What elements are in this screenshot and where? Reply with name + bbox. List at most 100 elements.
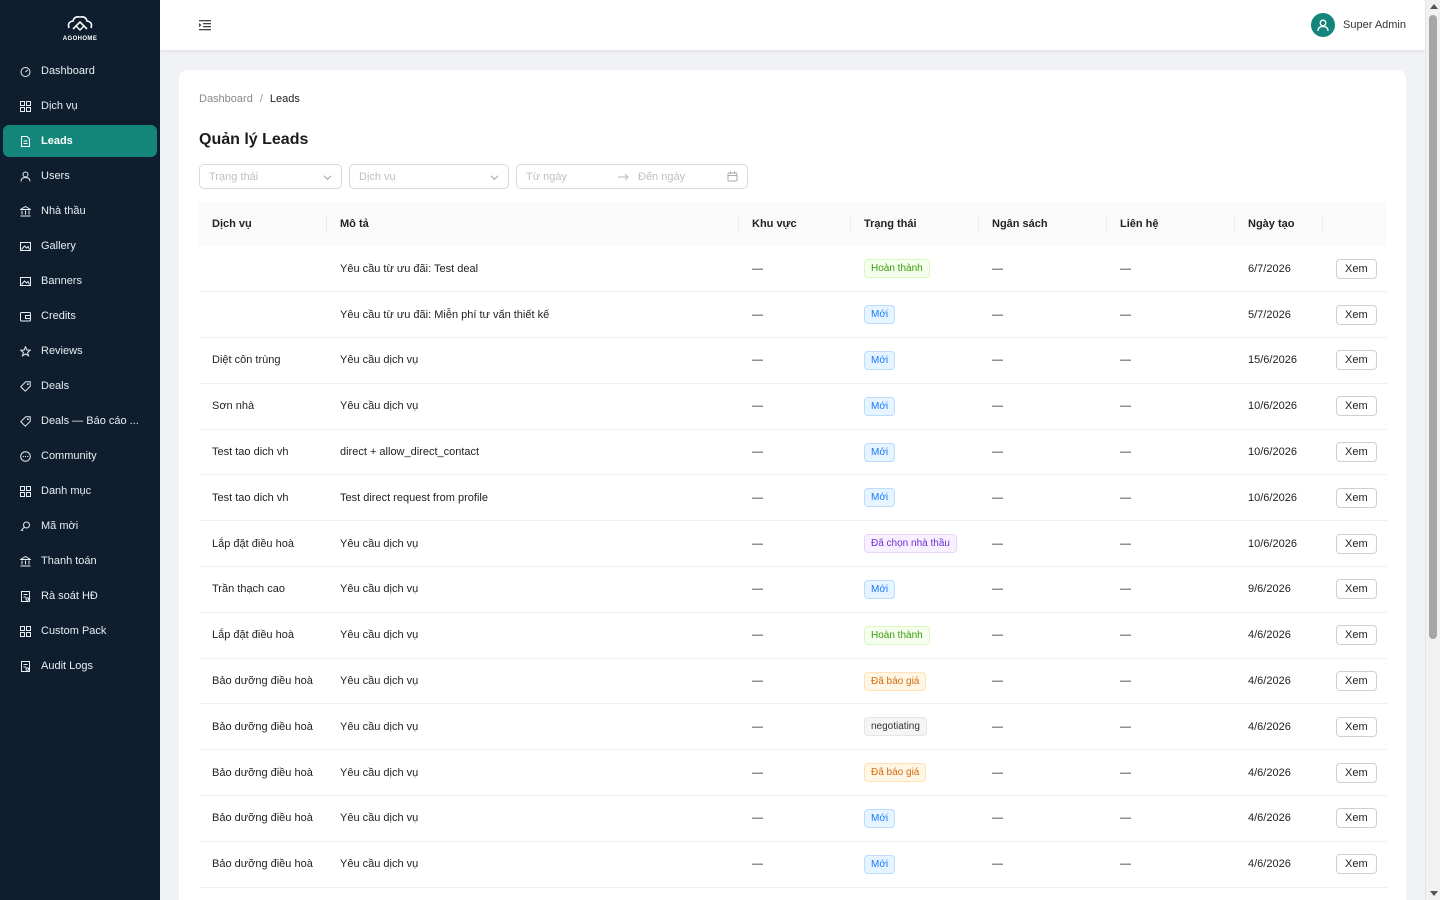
cell-budget: — [992, 400, 1003, 413]
cell-created-date: 10/6/2026 [1248, 400, 1297, 413]
view-button[interactable]: Xem [1336, 442, 1377, 463]
view-button[interactable]: Xem [1336, 808, 1377, 829]
table-row: Bảo dưỡng điều hoà Yêu cầu dịch vụ — Mới — — 4… [199, 841, 1387, 888]
brand-logo[interactable]: AGOHOME [0, 0, 160, 52]
sidebar-item-custom-pack[interactable]: Custom Pack [3, 615, 157, 647]
sidebar-item-label: Users [41, 170, 70, 182]
view-button[interactable]: Xem [1336, 579, 1377, 600]
cell-action: Xem [1323, 521, 1387, 567]
view-button[interactable]: Xem [1336, 258, 1377, 279]
cell-budget: — [992, 446, 1003, 459]
sidebar-item-d-ch-v[interactable]: Dịch vụ [3, 90, 157, 122]
scroll-down-arrow-icon[interactable] [1430, 891, 1438, 896]
breadcrumb-dashboard[interactable]: Dashboard [199, 93, 253, 105]
column-header: Ngày tạo [1235, 202, 1323, 246]
sidebar-item-credits[interactable]: Credits [3, 300, 157, 332]
user-menu[interactable]: Super Admin [1311, 13, 1406, 37]
cell-budget: — [992, 675, 1003, 688]
cell-area: — [752, 766, 763, 779]
sidebar-item-nh-th-u[interactable]: Nhà thầu [3, 195, 157, 227]
view-button[interactable]: Xem [1336, 625, 1377, 646]
sidebar-item-label: Leads [41, 135, 73, 147]
column-header-label: Ngân sách [992, 218, 1048, 230]
cell-budget: — [992, 262, 1003, 275]
column-header-label: Khu vực [752, 218, 797, 230]
view-button[interactable]: Xem [1336, 762, 1377, 783]
tag-icon [20, 415, 31, 427]
menu-fold-icon[interactable] [198, 18, 212, 32]
cell-status: Mới [851, 475, 979, 521]
cell-status: Hoàn thành [851, 612, 979, 658]
sidebar-item-community[interactable]: Community [3, 440, 157, 472]
cell-action: Xem [1323, 612, 1387, 658]
sidebar-item-r-so-t-h[interactable]: Rà soát HĐ [3, 580, 157, 612]
cell-budget: — [992, 858, 1003, 871]
bank-icon [20, 555, 31, 567]
cell-description: Yêu cầu dịch vụ [340, 583, 419, 596]
view-button[interactable]: Xem [1336, 533, 1377, 554]
to-date-input[interactable]: Đến ngày [638, 171, 685, 183]
sidebar-item-dashboard[interactable]: Dashboard [3, 55, 157, 87]
cell-area: — [752, 354, 763, 367]
cell-area: — [752, 262, 763, 275]
table-row: Bảo dưỡng điều hoà Yêu cầu dịch vụ — Đã báo… [199, 750, 1387, 796]
sidebar-item-label: Credits [41, 310, 76, 322]
scroll-up-arrow-icon[interactable] [1430, 4, 1438, 9]
status-badge: Đã báo giá [864, 763, 927, 783]
status-badge: Hoàn thành [864, 259, 930, 279]
page-scrollbar[interactable] [1425, 0, 1440, 900]
sidebar-item-leads[interactable]: Leads [3, 125, 157, 157]
sidebar-item-label: Dịch vụ [41, 100, 78, 112]
tag-icon [20, 380, 31, 392]
cell-area: — [752, 675, 763, 688]
view-button[interactable]: Xem [1336, 304, 1377, 325]
cell-contact: — [1120, 446, 1131, 459]
from-date-input[interactable]: Từ ngày [526, 171, 618, 183]
sidebar-item-label: Deals — Báo cáo ... [41, 415, 139, 427]
sidebar-item-deals-b-o-c-o[interactable]: Deals — Báo cáo ... [3, 405, 157, 437]
sidebar-item-m-m-i[interactable]: Mã mời [3, 510, 157, 542]
scrollbar-thumb[interactable] [1429, 15, 1437, 639]
status-badge: Mới [864, 854, 896, 874]
cell-status: negotiating [851, 704, 979, 750]
sidebar-item-gallery[interactable]: Gallery [3, 230, 157, 262]
sidebar-item-deals[interactable]: Deals [3, 370, 157, 402]
column-header-label: Dịch vụ [212, 218, 252, 230]
status-filter-select[interactable]: Trạng thái [199, 164, 342, 189]
table-row: Test tao dich vh Test direct request from… [199, 475, 1387, 521]
view-button[interactable]: Xem [1336, 854, 1377, 875]
cell-status: Mới [851, 292, 979, 338]
service-filter-select[interactable]: Dịch vụ [349, 164, 509, 189]
sidebar-item-banners[interactable]: Banners [3, 265, 157, 297]
view-button[interactable]: Xem [1336, 487, 1377, 508]
sidebar-item-audit-logs[interactable]: Audit Logs [3, 650, 157, 682]
cell-created-date: 6/7/2026 [1248, 262, 1291, 275]
cell-status: Hoàn thành [851, 246, 979, 292]
column-header: Liên hệ [1107, 202, 1235, 246]
sidebar-item-danh-m-c[interactable]: Danh mục [3, 475, 157, 507]
sidebar-item-reviews[interactable]: Reviews [3, 335, 157, 367]
cell-description: Yêu cầu dịch vụ [340, 537, 419, 550]
table-row: Yêu cầu từ ưu đãi: Test deal — Hoàn thành —… [199, 246, 1387, 292]
user-name: Super Admin [1343, 19, 1406, 31]
view-button[interactable]: Xem [1336, 350, 1377, 371]
view-button[interactable]: Xem [1336, 671, 1377, 692]
dashboard-icon [20, 66, 31, 77]
date-range-picker[interactable]: Từ ngày Đến ngày [516, 164, 748, 189]
wallet-icon [20, 311, 31, 322]
cell-budget: — [992, 354, 1003, 367]
table-row: Bảo dưỡng điều hoà Yêu cầu dịch vụ — Đã báo… [199, 658, 1387, 704]
cell-description: Yêu cầu từ ưu đãi: Miễn phí tư vấn thiết… [340, 308, 550, 321]
user-icon [20, 171, 31, 182]
view-button[interactable]: Xem [1336, 396, 1377, 417]
cell-service [199, 292, 327, 338]
cell-service: Lắp đặt điều hoà [212, 629, 294, 642]
table-row: Sơn nhà Yêu cầu dịch vụ — Mới — — 10/6/2026 Xem [199, 383, 1387, 430]
view-button[interactable]: Xem [1336, 716, 1377, 737]
star-icon [20, 345, 31, 357]
cell-service [199, 246, 327, 292]
cell-contact: — [1120, 491, 1131, 504]
cell-created-date: 4/6/2026 [1248, 812, 1291, 825]
sidebar-item-thanh-to-n[interactable]: Thanh toán [3, 545, 157, 577]
sidebar-item-users[interactable]: Users [3, 160, 157, 192]
